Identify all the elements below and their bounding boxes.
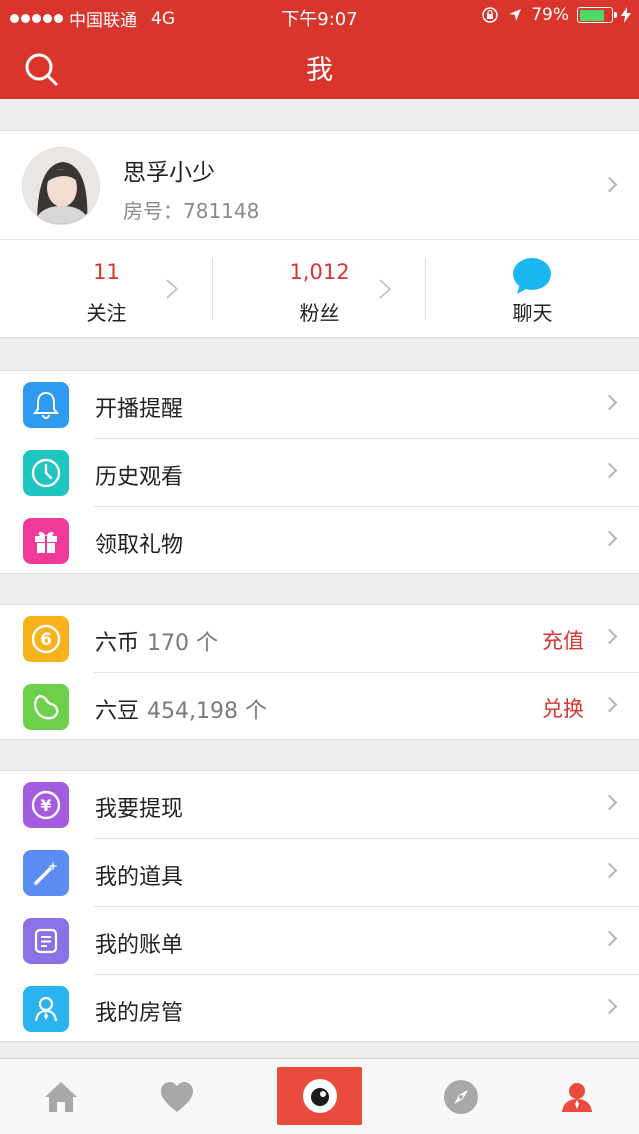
tab-home[interactable]: [20, 1059, 102, 1134]
menu-item-my-props[interactable]: 我的道具: [0, 839, 639, 907]
chevron-right-icon: [601, 696, 618, 713]
exchange-button[interactable]: 兑换: [542, 693, 584, 723]
chat-stat[interactable]: 聊天: [426, 240, 639, 338]
fans-label: 粉丝: [299, 301, 340, 325]
stats-row: 11 关注 1,012 粉丝 聊天: [0, 240, 639, 338]
room-manager-icon: [23, 986, 69, 1032]
chevron-right-icon: [601, 176, 618, 193]
menu-item-claim-gift[interactable]: 领取礼物: [0, 507, 639, 575]
chevron-right-icon: [601, 794, 618, 811]
bell-icon: [23, 382, 69, 428]
menu-group-currency: 6 六币 170 个 充值 六豆 454,198 个 兑换: [0, 604, 639, 740]
battery-percent: 79%: [531, 5, 569, 25]
menu-label: 我的道具: [95, 865, 184, 890]
clock-icon: [23, 450, 69, 496]
chevron-right-icon: [601, 628, 618, 645]
status-right: 79%: [481, 5, 631, 25]
explore-tab-icon: [444, 1080, 478, 1114]
chevron-right-icon: [601, 930, 618, 947]
svg-text:6: 6: [40, 630, 52, 650]
fans-stat[interactable]: 1,012 粉丝: [213, 240, 426, 338]
chevron-right-icon: [601, 394, 618, 411]
magic-wand-icon: [23, 850, 69, 896]
menu-label: 我的房管: [95, 1001, 184, 1026]
heart-tab-icon: [161, 1082, 193, 1112]
live-tab-icon: [302, 1079, 337, 1113]
withdraw-icon: ¥: [23, 782, 69, 828]
profile-tab-icon: [562, 1083, 592, 1112]
menu-item-six-coin[interactable]: 6 六币 170 个 充值: [0, 605, 639, 673]
battery-icon: [577, 7, 617, 23]
chevron-right-icon: [601, 998, 618, 1015]
menu-item-six-bean[interactable]: 六豆 454,198 个 兑换: [0, 673, 639, 741]
menu-label: 六豆 454,198 个: [95, 693, 267, 725]
chevron-right-icon: [601, 862, 618, 879]
menu-item-live-reminder[interactable]: 开播提醒: [0, 371, 639, 439]
tab-favorites[interactable]: [136, 1059, 218, 1134]
menu-group-notifications: 开播提醒 历史观看 领取礼物: [0, 370, 639, 574]
charging-bolt-icon: [621, 7, 631, 23]
menu-label: 六币 170 个: [95, 625, 218, 657]
menu-item-watch-history[interactable]: 历史观看: [0, 439, 639, 507]
profile-name: 思孚小少: [123, 160, 215, 186]
home-tab-icon: [45, 1082, 77, 1112]
room-number: 房号：781148: [123, 199, 260, 223]
menu-item-my-bills[interactable]: 我的账单: [0, 907, 639, 975]
tab-bar: [0, 1058, 639, 1134]
page-title: 我: [306, 55, 333, 86]
currency-name: 六豆: [95, 699, 140, 724]
follow-count: 11: [93, 260, 120, 284]
currency-amount: 454,198 个: [147, 699, 267, 724]
status-bar: 中国联通 4G 下午9:07 79%: [0, 0, 639, 32]
currency-amount: 170 个: [147, 631, 219, 656]
menu-group-account: ¥ 我要提现 我的道具 我的账单 我的房管: [0, 770, 639, 1042]
rotation-lock-icon: [482, 7, 498, 23]
bill-icon: [23, 918, 69, 964]
menu-item-withdraw[interactable]: ¥ 我要提现: [0, 771, 639, 839]
menu-label: 历史观看: [95, 465, 184, 490]
menu-item-room-manager[interactable]: 我的房管: [0, 975, 639, 1043]
bean-icon: [23, 684, 69, 730]
location-arrow-icon: [509, 9, 522, 21]
currency-name: 六币: [95, 631, 140, 656]
chat-bubble-icon: [513, 258, 551, 294]
chevron-right-icon: [601, 462, 618, 479]
recharge-button[interactable]: 充值: [542, 625, 584, 655]
follow-label: 关注: [86, 301, 127, 325]
menu-label: 我要提现: [95, 797, 184, 822]
fans-count: 1,012: [289, 260, 350, 284]
svg-text:¥: ¥: [40, 796, 51, 815]
nav-bar: 我: [0, 32, 639, 99]
menu-label: 我的账单: [95, 933, 184, 958]
follow-stat[interactable]: 11 关注: [0, 240, 213, 338]
tab-profile[interactable]: [536, 1059, 618, 1134]
profile-card[interactable]: 思孚小少 房号：781148: [0, 130, 639, 240]
gift-icon: [23, 518, 69, 564]
six-coin-icon: 6: [23, 616, 69, 662]
chevron-right-icon: [601, 530, 618, 547]
tab-explore[interactable]: [420, 1059, 502, 1134]
chevron-right-icon: [379, 279, 392, 299]
menu-label: 领取礼物: [95, 533, 184, 558]
chat-label: 聊天: [512, 301, 553, 325]
menu-label: 开播提醒: [95, 397, 184, 422]
avatar[interactable]: [22, 147, 100, 225]
tab-live[interactable]: [277, 1067, 362, 1125]
chevron-right-icon: [166, 279, 179, 299]
